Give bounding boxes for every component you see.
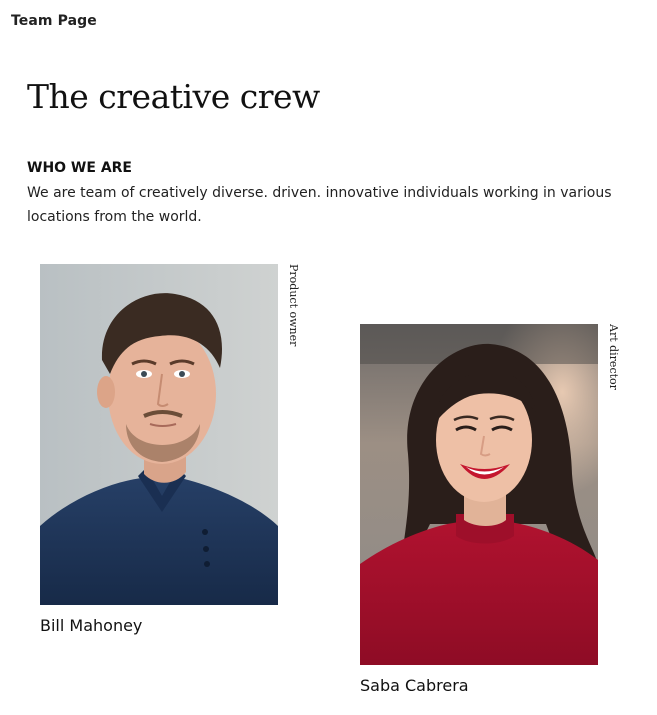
app-title: Team Page <box>11 13 97 29</box>
section-description: We are team of creatively diverse. drive… <box>27 185 612 225</box>
member-name: Bill Mahoney <box>40 616 143 635</box>
member-name: Saba Cabrera <box>360 676 469 695</box>
member-role: Product owner <box>287 264 300 347</box>
page-title: The creative crew <box>27 77 320 116</box>
team-member-card: Product owner Bill Mahoney <box>40 264 300 635</box>
member-photo <box>360 324 598 665</box>
section-heading: WHO WE ARE <box>27 160 132 176</box>
member-photo <box>40 264 278 605</box>
member-role: Art director <box>607 324 620 390</box>
team-member-card: Art director Saba Cabrera <box>360 324 620 695</box>
